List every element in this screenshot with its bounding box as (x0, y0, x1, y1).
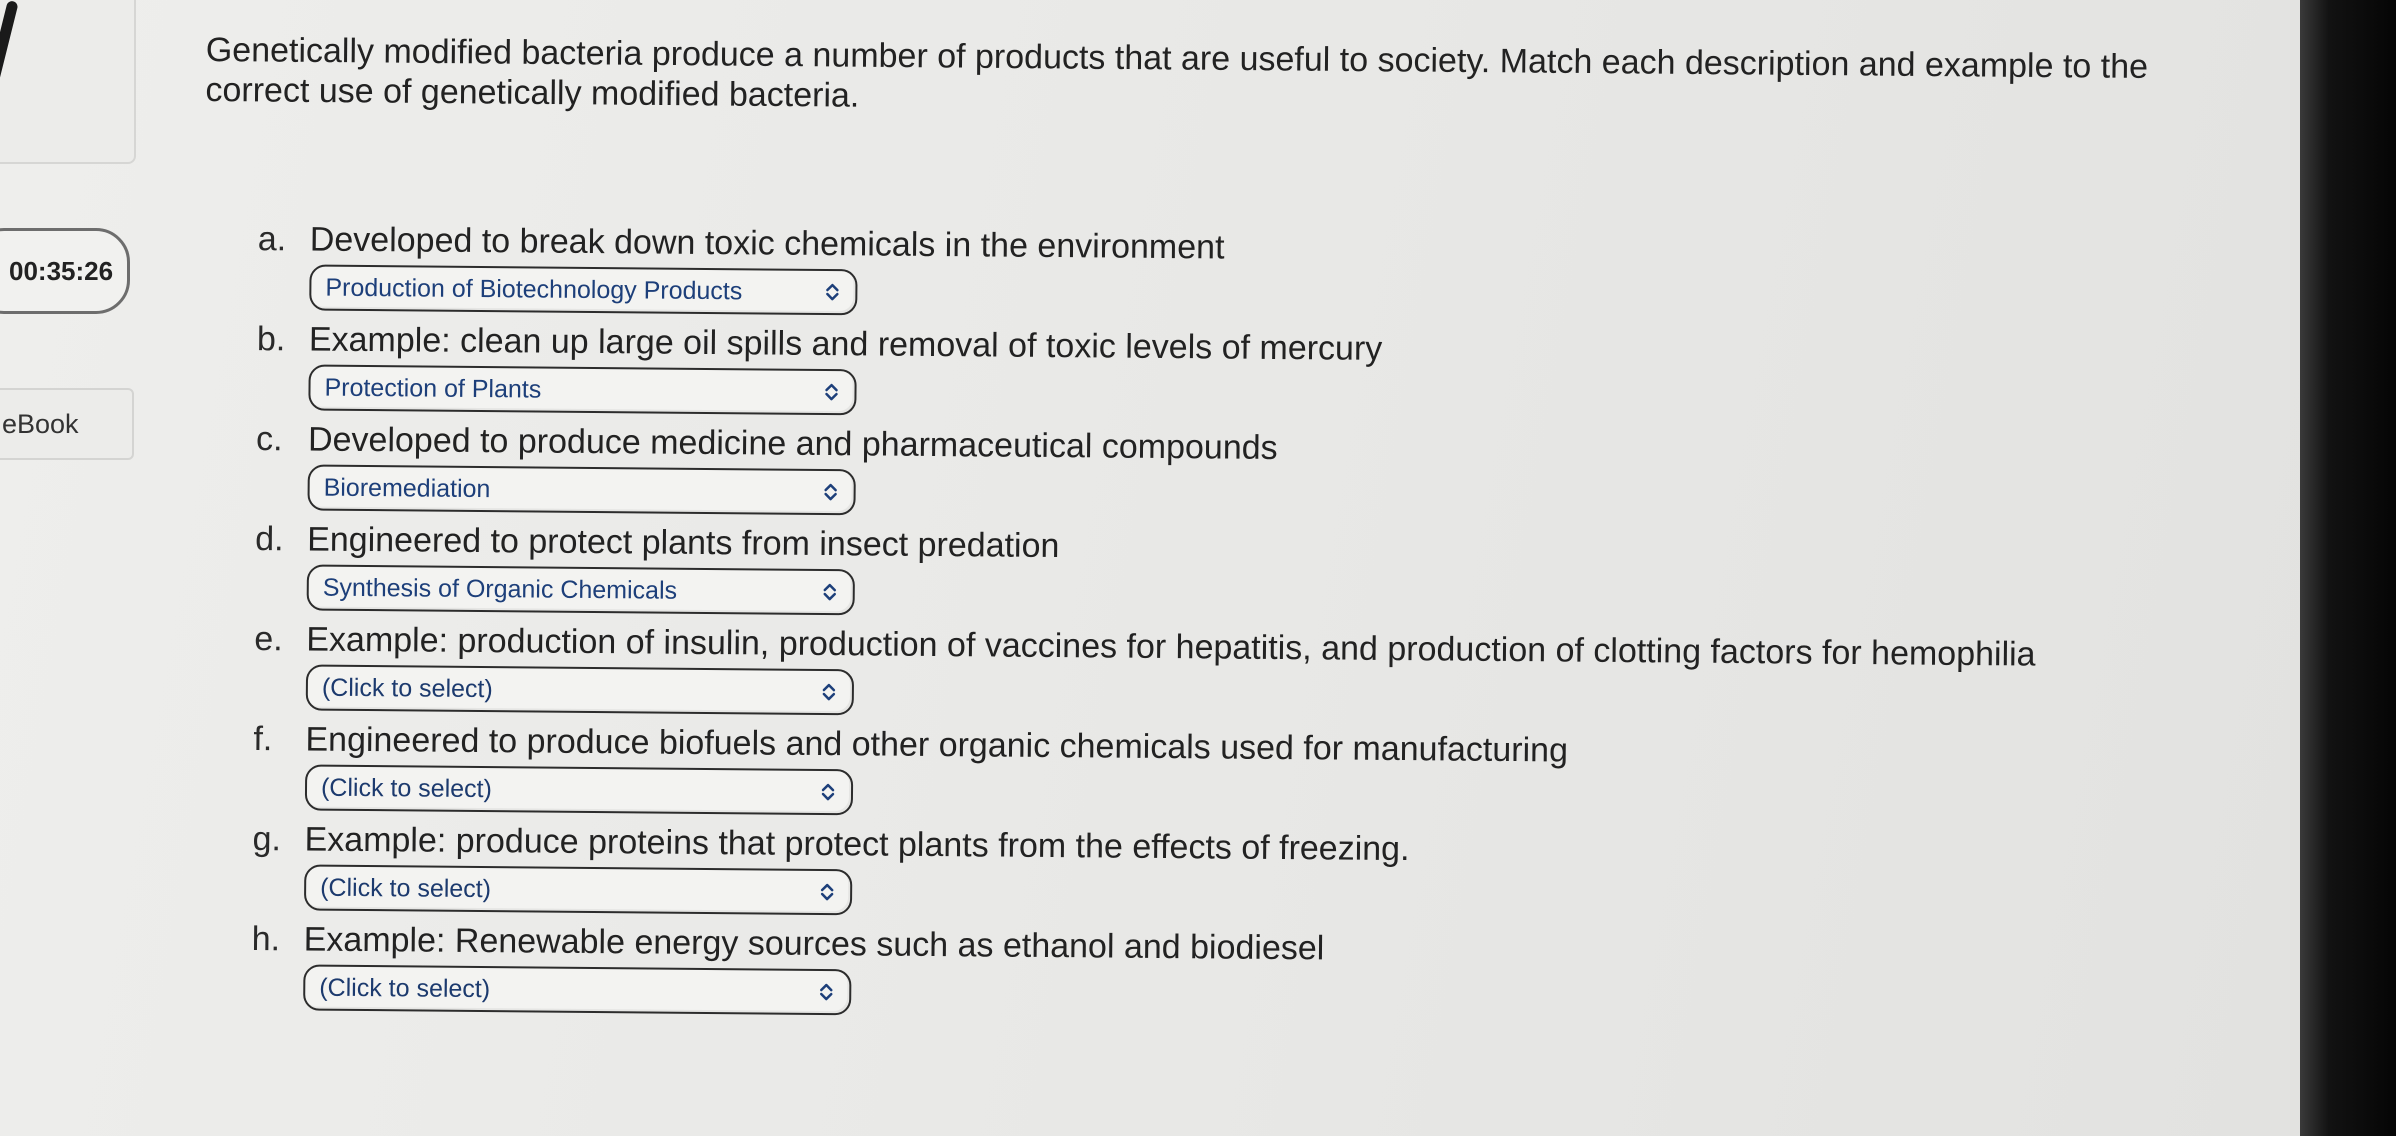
answer-dropdown[interactable]: (Click to select) (303, 964, 852, 1016)
chevron-up-down-icon (815, 779, 841, 805)
dropdown-value: Protection of Plants (324, 373, 542, 404)
item-letter: f. (253, 720, 273, 759)
item-letter: e. (254, 620, 283, 659)
side-panel-box (0, 0, 136, 164)
list-item: c. Developed to produce medicine and pha… (247, 418, 2048, 526)
monitor-bezel (2300, 0, 2396, 1136)
dropdown-value: Production of Biotechnology Products (325, 273, 743, 305)
chevron-up-down-icon (814, 879, 840, 905)
dropdown-value: (Click to select) (320, 873, 492, 903)
matching-list: a. Developed to break down toxic chemica… (243, 218, 2050, 1034)
item-letter: d. (255, 520, 284, 559)
item-letter: h. (251, 920, 281, 959)
item-letter: a. (257, 220, 287, 259)
ebook-button[interactable]: eBook (0, 388, 134, 460)
list-item: h. Example: Renewable energy sources suc… (243, 918, 2044, 1026)
chevron-up-down-icon (819, 279, 845, 305)
answer-dropdown[interactable]: (Click to select) (303, 864, 853, 916)
chevron-up-down-icon (818, 379, 844, 405)
item-letter: b. (256, 320, 286, 359)
answer-dropdown[interactable]: Protection of Plants (308, 364, 857, 416)
answer-dropdown[interactable]: Production of Biotechnology Products (309, 264, 858, 316)
ebook-label: eBook (2, 408, 79, 439)
item-letter: g. (252, 820, 282, 859)
list-item: g. Example: produce proteins that protec… (244, 818, 2045, 926)
timer: 00:35:26 (0, 228, 130, 314)
item-letter: c. (255, 420, 283, 459)
answer-dropdown[interactable]: (Click to select) (304, 764, 854, 816)
answer-dropdown[interactable]: Bioremediation (307, 464, 856, 516)
dropdown-value: Bioremediation (323, 473, 491, 503)
chevron-up-down-icon (816, 679, 842, 705)
timer-value: 00:35:26 (9, 255, 114, 286)
chevron-up-down-icon (818, 479, 844, 505)
dropdown-value: Synthesis of Organic Chemicals (322, 573, 678, 605)
list-item: b. Example: clean up large oil spills an… (248, 318, 2049, 426)
list-item: d. Engineered to protect plants from ins… (247, 518, 2048, 626)
dropdown-value: (Click to select) (321, 673, 493, 703)
list-item: a. Developed to break down toxic chemica… (249, 218, 2050, 326)
answer-dropdown[interactable]: (Click to select) (305, 664, 855, 716)
chevron-up-down-icon (817, 579, 843, 605)
chevron-up-down-icon (813, 979, 839, 1005)
answer-dropdown[interactable]: Synthesis of Organic Chemicals (306, 564, 855, 616)
list-item: f. Engineered to produce biofuels and ot… (245, 718, 2046, 826)
dropdown-value: (Click to select) (320, 773, 493, 803)
list-item: e. Example: production of insulin, produ… (246, 618, 2047, 726)
dropdown-value: (Click to select) (319, 973, 491, 1003)
